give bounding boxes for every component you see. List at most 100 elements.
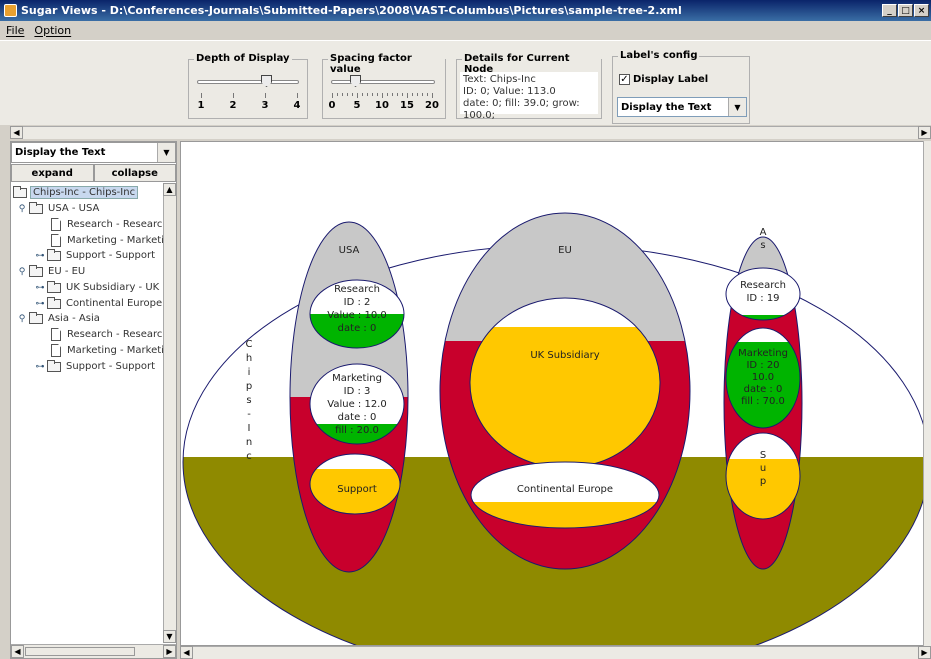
- tree-node-root[interactable]: Chips-Inc - Chips-Inc: [13, 185, 139, 200]
- menu-file[interactable]: File: [6, 24, 24, 37]
- window-titlebar[interactable]: Sugar Views - D:\Conferences-Journals\Su…: [0, 0, 931, 21]
- canvas-horizontal-scrollbar[interactable]: ◀ ▶: [180, 646, 931, 659]
- tree-node-asia[interactable]: ⚲ Asia - Asia: [17, 311, 102, 326]
- tree-node-usa-support[interactable]: ⊶ Support - Support: [35, 248, 157, 263]
- tree-horizontal-scrollbar[interactable]: ◀ ▶: [11, 644, 176, 658]
- folder-icon: [47, 296, 61, 309]
- root-label-char: i: [248, 367, 251, 378]
- spacing-group: Spacing factor value 0 5 10 15 20: [322, 53, 446, 119]
- document-icon: [51, 234, 61, 247]
- scroll-thumb[interactable]: [25, 647, 135, 656]
- chevron-down-icon[interactable]: ▼: [157, 143, 175, 162]
- scroll-up-icon[interactable]: ▲: [163, 183, 176, 196]
- collapsed-toggle-icon[interactable]: ⊶: [35, 362, 45, 372]
- canvas-vertical-scrollbar[interactable]: [923, 141, 931, 646]
- config-panel-scrollbar[interactable]: ◀ ▶: [10, 126, 931, 139]
- node-detail-line: Research: [334, 284, 380, 295]
- usa-label: USA: [339, 245, 360, 256]
- tree-node-label: Support - Support: [66, 250, 156, 261]
- tree-node-asia-marketing[interactable]: Marketing - Marketing: [51, 343, 163, 358]
- spacing-ticks: [332, 93, 436, 99]
- scroll-down-icon[interactable]: ▼: [163, 630, 176, 643]
- display-label-checkbox[interactable]: ✓: [619, 74, 630, 85]
- nested-ellipse-view[interactable]: C h i p s - I n c USA EU A s Research ID…: [181, 142, 931, 646]
- tick: [412, 93, 413, 96]
- tree-node-eu[interactable]: ⚲ EU - EU: [17, 264, 87, 279]
- root-label-char: h: [246, 353, 252, 364]
- tick: [387, 93, 388, 96]
- tree-node-asia-research[interactable]: Research - Research: [51, 327, 163, 342]
- collapsed-toggle-icon[interactable]: ⊶: [35, 283, 45, 293]
- continental-label: Continental Europe: [517, 484, 613, 495]
- depth-slider-track[interactable]: [197, 80, 299, 84]
- details-line: Text: Chips-Inc: [463, 74, 536, 85]
- folder-icon: [47, 248, 61, 261]
- scroll-right-icon[interactable]: ▶: [918, 126, 931, 139]
- root-vertical-label: C h i p s - I n c: [246, 339, 253, 462]
- tree-view[interactable]: Chips-Inc - Chips-Inc ⚲ USA - USA Resear…: [11, 183, 163, 635]
- tree-node-continental[interactable]: ⊶ Continental Europe - C: [35, 296, 163, 311]
- maximize-button[interactable]: □: [898, 4, 913, 17]
- tick: [357, 93, 358, 98]
- tree-node-label: Research - Research: [67, 329, 163, 340]
- spacing-tick-label: 10: [375, 100, 389, 111]
- label-config-title: Label's config: [618, 50, 700, 61]
- scroll-left-icon[interactable]: ◀: [10, 126, 23, 139]
- expand-button[interactable]: expand: [11, 164, 94, 182]
- document-icon: [51, 218, 61, 231]
- spacing-tick-label: 0: [328, 100, 336, 111]
- root-label-char: p: [246, 381, 252, 392]
- tree-display-combo-value: Display the Text: [15, 147, 106, 158]
- spacing-slider-thumb[interactable]: [350, 75, 361, 87]
- tick: [233, 93, 234, 98]
- tree-display-combo[interactable]: Display the Text ▼: [11, 142, 176, 163]
- chevron-down-icon[interactable]: ▼: [728, 98, 746, 116]
- tree-node-usa[interactable]: ⚲ USA - USA: [17, 201, 101, 216]
- tree-button-bar: expand collapse: [11, 164, 176, 182]
- tree-node-usa-marketing[interactable]: Marketing - Marketing: [51, 233, 163, 248]
- tick: [427, 93, 428, 96]
- tree-node-usa-research[interactable]: Research - Research: [51, 217, 163, 232]
- collapsed-toggle-icon[interactable]: ⊶: [35, 299, 45, 309]
- expanded-toggle-icon[interactable]: ⚲: [17, 204, 27, 214]
- asia-support-label: S u p: [760, 450, 766, 487]
- root-label-char: c: [246, 451, 252, 462]
- tick: [352, 93, 353, 96]
- scroll-right-icon[interactable]: ▶: [918, 646, 931, 659]
- visualization-canvas[interactable]: C h i p s - I n c USA EU A s Research ID…: [180, 141, 931, 646]
- root-label-char: s: [246, 395, 251, 406]
- scroll-left-icon[interactable]: ◀: [180, 646, 193, 659]
- display-label-text: Display Label: [633, 74, 709, 85]
- details-line: date: 0; fill: 39.0; grow: 100.0;: [463, 98, 580, 121]
- menu-option[interactable]: Option: [34, 24, 71, 37]
- collapse-button[interactable]: collapse: [93, 164, 176, 182]
- minimize-button[interactable]: _: [882, 4, 897, 17]
- node-detail-line: fill : 70.0: [741, 396, 785, 407]
- scroll-right-icon[interactable]: ▶: [163, 645, 176, 658]
- tree-node-uk[interactable]: ⊶ UK Subsidiary - UK Su: [35, 280, 163, 295]
- tick: [432, 93, 433, 98]
- tree-node-asia-support[interactable]: ⊶ Support - Support: [35, 359, 157, 374]
- close-button[interactable]: ×: [914, 4, 929, 17]
- tree-vertical-scrollbar[interactable]: ▲ ▼: [163, 183, 176, 643]
- collapsed-toggle-icon[interactable]: ⊶: [35, 251, 45, 261]
- node-detail-line: fill : 20.0: [335, 425, 379, 436]
- tree-node-label: USA - USA: [48, 203, 100, 214]
- tree-node-label: Asia - Asia: [48, 313, 100, 324]
- node-detail-line: Research: [740, 280, 786, 291]
- node-detail-line: ID : 3: [344, 386, 371, 397]
- tree-panel: Display the Text ▼ expand collapse Chips…: [10, 141, 177, 659]
- label-display-combo[interactable]: Display the Text ▼: [617, 97, 747, 117]
- expanded-toggle-icon[interactable]: ⚲: [17, 267, 27, 277]
- tree-node-label: Marketing - Marketing: [67, 235, 163, 246]
- node-detail-line: u: [760, 463, 766, 474]
- tick: [377, 93, 378, 96]
- tick: [265, 93, 266, 98]
- label-display-combo-value: Display the Text: [621, 101, 712, 113]
- depth-slider-thumb[interactable]: [261, 75, 272, 87]
- node-detail-line: ID : 2: [344, 297, 371, 308]
- expanded-toggle-icon[interactable]: ⚲: [17, 314, 27, 324]
- spacing-slider-track[interactable]: [331, 80, 435, 84]
- scroll-left-icon[interactable]: ◀: [11, 645, 24, 658]
- tree-node-label: EU - EU: [48, 266, 86, 277]
